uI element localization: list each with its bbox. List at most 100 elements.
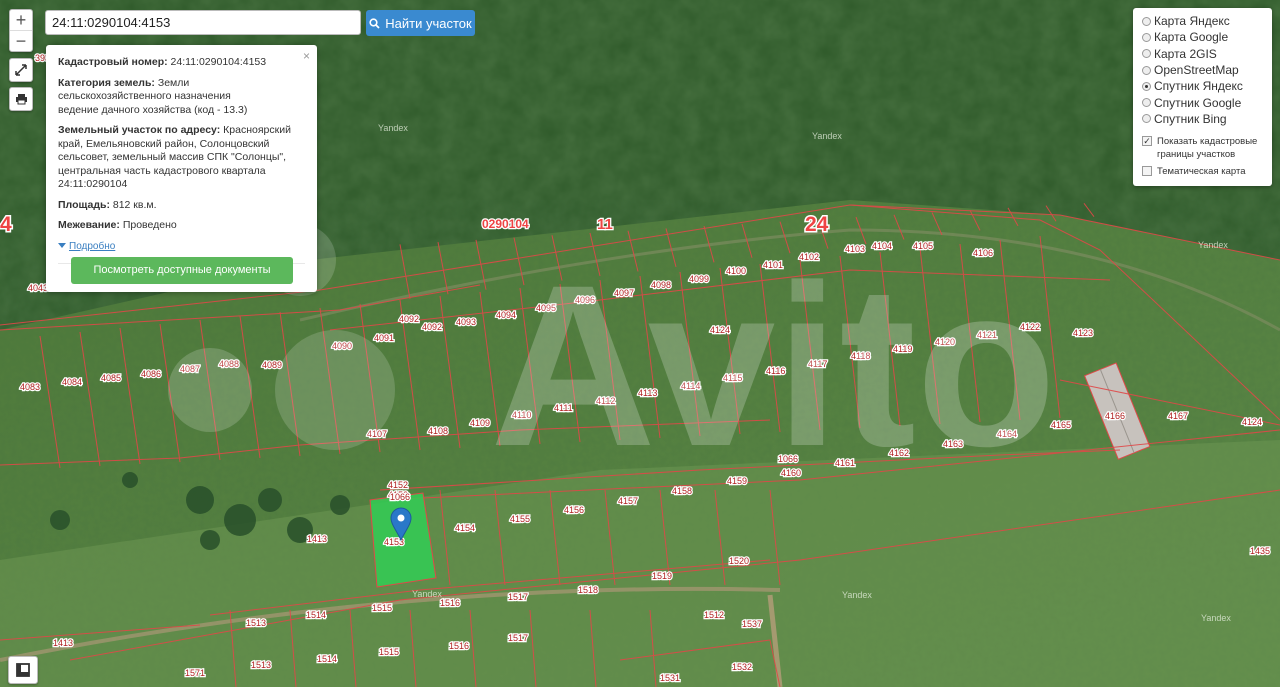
parcel-number-label: 4083	[20, 382, 40, 392]
parcel-number-label: 4166	[1105, 411, 1125, 421]
parcel-number-label: 1512	[704, 610, 724, 620]
basemap-option-label: Карта Google	[1154, 30, 1229, 45]
provider-label: Yandex	[1201, 613, 1231, 623]
basemap-option[interactable]: Карта Яндекс	[1142, 13, 1263, 29]
more-details-link[interactable]: Подробно	[58, 240, 305, 254]
basemap-option[interactable]: Карта Google	[1142, 29, 1263, 45]
parcel-number-label: 4092	[422, 322, 442, 332]
thematic-map-checkbox[interactable]	[1142, 166, 1152, 177]
panel-toggle-button[interactable]	[8, 656, 38, 684]
parcel-number-label: 4157	[618, 496, 638, 506]
radio-button[interactable]	[1142, 98, 1151, 108]
sidebar-toggle-icon	[16, 663, 30, 677]
parcel-info-popup: × Кадастровый номер: 24:11:0290104:4153 …	[46, 45, 317, 292]
radio-button[interactable]	[1142, 114, 1151, 124]
parcel-number-label: 1514	[306, 610, 326, 620]
close-icon[interactable]: ×	[303, 49, 310, 64]
basemap-option-label: Карта 2GIS	[1154, 46, 1217, 61]
basemap-option-label: Спутник Google	[1154, 95, 1242, 110]
find-parcel-button[interactable]: Найти участок	[366, 10, 475, 36]
parcel-number-label: 4092	[399, 314, 419, 324]
fullscreen-button[interactable]	[9, 58, 33, 82]
cadastral-number-label: Кадастровый номер:	[58, 56, 168, 68]
radio-button[interactable]	[1142, 81, 1151, 91]
parcel-number-label: 4086	[141, 369, 161, 379]
parcel-number-label: 1520	[729, 556, 749, 566]
print-button[interactable]	[9, 87, 33, 111]
basemap-option[interactable]: OpenStreetMap	[1142, 62, 1263, 78]
zoom-in-button[interactable]: +	[10, 10, 32, 30]
cadastral-search-input[interactable]	[45, 10, 361, 35]
district-label: 11	[597, 216, 613, 233]
radio-button[interactable]	[1142, 65, 1151, 75]
land-use-value: ведение дачного хозяйства (код - 13.3)	[58, 103, 248, 116]
radio-button[interactable]	[1142, 16, 1151, 26]
parcel-number-label: 1513	[251, 660, 271, 670]
basemap-options: Карта Яндекс Карта Google Карта 2GIS OpenSt…	[1142, 13, 1263, 127]
area-row: Площадь: 812 кв.м.	[58, 199, 305, 213]
provider-label: Yandex	[412, 589, 442, 599]
show-borders-toggle[interactable]: ✓ Показать кадастровые границы участков	[1142, 135, 1263, 161]
thematic-map-label: Тематическая карта	[1157, 166, 1246, 178]
parcel-number-label: 4123	[1073, 328, 1093, 338]
parcel-number-label: 1413	[307, 534, 327, 544]
address-label: Земельный участок по адресу:	[58, 124, 221, 136]
parcel-number-label: 1531	[660, 673, 680, 683]
survey-label: Межевание:	[58, 219, 120, 231]
find-parcel-label: Найти участок	[385, 15, 472, 31]
parcel-number-label: 1537	[742, 619, 762, 629]
avito-watermark-dot	[275, 330, 395, 450]
parcel-number-label: 1519	[652, 571, 672, 581]
parcel-number-label: 4085	[101, 373, 121, 383]
cadastral-number-row: Кадастровый номер: 24:11:0290104:4153	[58, 56, 305, 70]
region-label: 24	[805, 213, 829, 236]
avito-watermark: Avito	[490, 237, 1056, 494]
search-icon	[369, 17, 380, 29]
show-borders-label: Показать кадастровые границы участков	[1157, 136, 1258, 161]
view-documents-button[interactable]: Посмотреть доступные документы	[71, 257, 293, 284]
basemap-option-label: Спутник Яндекс	[1154, 79, 1243, 94]
parcel-number-label: 1516	[440, 598, 460, 608]
land-category-label: Категория земель:	[58, 76, 155, 89]
parcel-number-label: 4124	[1242, 417, 1262, 427]
parcel-number-label: 4084	[62, 377, 82, 387]
provider-label: Yandex	[378, 123, 408, 133]
provider-label: Yandex	[842, 590, 872, 600]
survey-value: Проведено	[122, 219, 177, 231]
caret-down-icon	[58, 243, 66, 249]
printer-icon	[15, 94, 27, 105]
area-value: 812 кв.м.	[112, 198, 157, 211]
map-layers-panel: Карта Яндекс Карта Google Карта 2GIS OpenSt…	[1133, 8, 1272, 186]
parcel-number-label: 4109	[470, 418, 490, 428]
survey-row: Межевание: Проведено	[58, 219, 305, 233]
provider-label: Yandex	[1198, 240, 1228, 250]
basemap-option[interactable]: Спутник Bing	[1142, 111, 1263, 127]
radio-button[interactable]	[1142, 49, 1151, 59]
zoom-control: + −	[9, 9, 33, 52]
parcel-number-label: 1516	[449, 641, 469, 651]
parcel-number-label: 1515	[379, 647, 399, 657]
zoom-out-button[interactable]: −	[10, 30, 32, 51]
quarter-label: 0290104	[482, 217, 529, 231]
parcel-number-label: 4152	[388, 480, 408, 490]
parcel-number-label: 4155	[510, 514, 530, 524]
edge-region-label: 4	[0, 213, 12, 236]
basemap-option[interactable]: Карта 2GIS	[1142, 46, 1263, 62]
radio-button[interactable]	[1142, 32, 1151, 42]
parcel-number-label: 1515	[372, 603, 392, 613]
parcel-number-label: 4108	[428, 426, 448, 436]
land-category-row: Категория земель: Земли сельскохозяйстве…	[58, 77, 305, 118]
basemap-option-label: Спутник Bing	[1154, 111, 1227, 126]
parcel-number-label: 1514	[317, 654, 337, 664]
basemap-option[interactable]: Спутник Яндекс	[1142, 78, 1263, 94]
show-borders-checkbox[interactable]: ✓	[1142, 136, 1152, 147]
parcel-number-label: 4167	[1168, 411, 1188, 421]
basemap-option[interactable]: Спутник Google	[1142, 94, 1263, 110]
basemap-option-label: OpenStreetMap	[1154, 63, 1239, 78]
thematic-map-toggle[interactable]: Тематическая карта	[1142, 165, 1263, 178]
parcel-number-label: 1413	[53, 638, 73, 648]
parcel-number-label: 4091	[374, 333, 394, 343]
address-row: Земельный участок по адресу: Красноярски…	[58, 124, 305, 192]
parcel-number-label: 1513	[246, 618, 266, 628]
parcel-number-label: 1571	[185, 668, 205, 678]
